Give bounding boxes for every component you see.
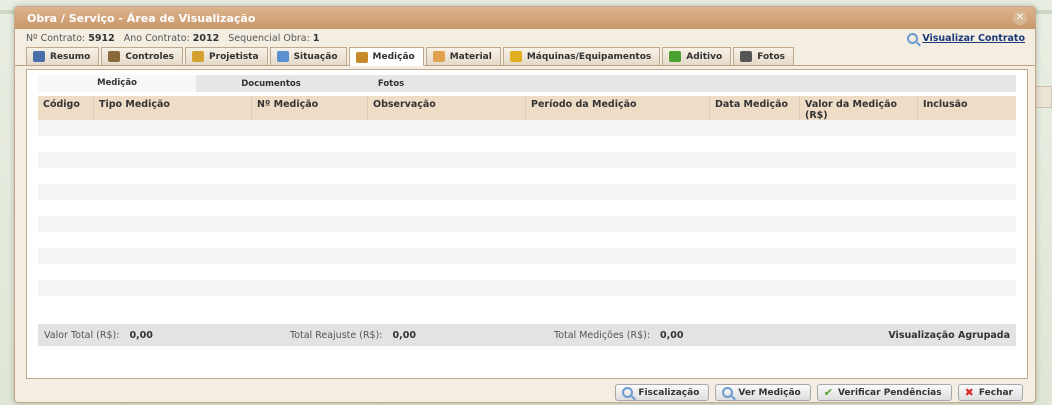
tab-material[interactable]: Material: [425, 47, 501, 65]
table-row: [38, 168, 1016, 184]
close-red-icon: ✖: [964, 386, 974, 399]
tab-aditivo[interactable]: Aditivo: [662, 47, 732, 65]
info-icon: [276, 51, 289, 62]
tab-label: Resumo: [50, 51, 91, 62]
table-row: [38, 264, 1016, 280]
col-codigo[interactable]: Código: [38, 96, 94, 120]
table-row: [38, 120, 1016, 136]
grouped-view-link[interactable]: Visualização Agrupada: [888, 330, 1010, 341]
fiscalizacao-button[interactable]: Fiscalização: [615, 384, 710, 401]
col-observacao[interactable]: Observação: [368, 96, 526, 120]
total-medicoes: Total Medições (R$): 0,00: [554, 330, 683, 341]
tools-icon: [355, 51, 368, 63]
measurement-panel: Medição Documentos Fotos Código Tipo Med…: [26, 69, 1028, 379]
table-header: Código Tipo Medição Nº Medição Observaçã…: [38, 96, 1016, 121]
contract-number: 5912: [88, 32, 115, 44]
valor-total-value: 0,00: [129, 330, 153, 341]
dialog-titlebar[interactable]: Obra / Serviço - Área de Visualização ✕: [15, 7, 1035, 29]
tab-controles[interactable]: Controles: [101, 47, 184, 65]
sequence-number: 1: [312, 32, 320, 44]
tab-label: Controles: [125, 51, 175, 62]
tab-projetista[interactable]: Projetista: [185, 47, 268, 65]
hammer-icon: [509, 51, 522, 62]
magnifier-icon: [907, 32, 919, 44]
main-tabs: Resumo Controles Projetista Situação Medição…: [15, 47, 1035, 66]
tab-label: Situação: [293, 51, 338, 62]
table-body: [38, 120, 1016, 312]
ver-medicao-button[interactable]: Ver Medição: [715, 384, 811, 401]
col-valor-medicao[interactable]: Valor da Medição (R$): [800, 96, 918, 121]
sub-tabs: Medição Documentos Fotos: [38, 75, 1016, 92]
subtab-fotos[interactable]: Fotos: [346, 79, 436, 89]
action-buttons: Fiscalização Ver Medição ✔ Verificar Pen…: [615, 384, 1023, 401]
table-row: [38, 248, 1016, 264]
medicoes-value: 0,00: [660, 330, 684, 341]
tab-medi-o[interactable]: Medição: [348, 47, 424, 66]
tab-label: Máquinas/Equipamentos: [526, 51, 652, 62]
person-icon: [192, 51, 205, 62]
user-icon: [108, 51, 121, 62]
col-periodo[interactable]: Período da Medição: [526, 96, 710, 120]
reajuste-label: Total Reajuste (R$):: [290, 330, 383, 341]
subtab-documentos[interactable]: Documentos: [196, 79, 346, 89]
contract-year-label: Ano Contrato:: [123, 32, 190, 44]
totals-bar: Valor Total (R$): 0,00 Total Reajuste (R$…: [38, 324, 1016, 346]
tab-fotos[interactable]: Fotos: [733, 47, 794, 65]
col-tipo-medicao[interactable]: Tipo Medição: [94, 96, 252, 120]
contract-year: 2012: [192, 32, 220, 44]
tab-resumo[interactable]: Resumo: [26, 47, 100, 65]
box-icon: [432, 51, 445, 62]
tab-situa-o[interactable]: Situação: [269, 47, 347, 65]
sequence-label: Sequencial Obra:: [228, 32, 310, 44]
col-data-medicao[interactable]: Data Medição: [710, 96, 800, 120]
dialog-title: Obra / Serviço - Área de Visualização: [27, 11, 256, 25]
table-row: [38, 200, 1016, 216]
verificar-pendencias-button[interactable]: ✔ Verificar Pendências: [816, 384, 952, 401]
tab-label: Fotos: [757, 51, 785, 62]
table-row: [38, 216, 1016, 232]
table-row: [38, 280, 1016, 296]
medicoes-label: Total Medições (R$):: [554, 330, 651, 341]
ver-medicao-label: Ver Medição: [738, 387, 801, 398]
verificar-label: Verificar Pendências: [837, 387, 942, 398]
col-inclusao[interactable]: Inclusão: [918, 96, 1016, 120]
tab-label: Medição: [372, 52, 415, 62]
fechar-button[interactable]: ✖ Fechar: [957, 384, 1023, 401]
view-contract-label: Visualizar Contrato: [922, 32, 1025, 44]
check-icon: ✔: [823, 386, 833, 399]
camera-icon: [740, 51, 753, 62]
table-row: [38, 152, 1016, 168]
document-icon: [33, 51, 45, 62]
contract-number-label: Nº Contrato:: [26, 32, 86, 44]
tab-label: Aditivo: [686, 51, 723, 62]
valor-total-label: Valor Total (R$):: [44, 330, 120, 341]
contract-info: Nº Contrato: 5912 Ano Contrato: 2012 Seque…: [26, 33, 319, 44]
table-row: [38, 136, 1016, 152]
fechar-label: Fechar: [978, 387, 1013, 398]
col-numero-medicao[interactable]: Nº Medição: [252, 96, 368, 120]
reajuste-value: 0,00: [392, 330, 416, 341]
tab-m-quinas-equipamentos[interactable]: Máquinas/Equipamentos: [502, 47, 661, 65]
close-icon[interactable]: ✕: [1013, 11, 1027, 25]
table-row: [38, 232, 1016, 248]
view-contract-link[interactable]: Visualizar Contrato: [907, 32, 1025, 44]
magnifier-icon: [622, 387, 634, 398]
valor-total: Valor Total (R$): 0,00: [44, 330, 153, 341]
contract-info-bar: Nº Contrato: 5912 Ano Contrato: 2012 Seque…: [15, 29, 1035, 47]
view-dialog: Obra / Serviço - Área de Visualização ✕ …: [14, 6, 1036, 403]
tab-label: Projetista: [209, 51, 259, 62]
table-row: [38, 184, 1016, 200]
plus-icon: [669, 51, 682, 62]
table-row: [38, 296, 1016, 312]
subtab-medicao[interactable]: Medição: [38, 75, 196, 92]
magnifier-icon: [722, 387, 734, 398]
tab-label: Material: [449, 51, 492, 62]
fiscalizacao-label: Fiscalização: [638, 387, 700, 398]
total-reajuste: Total Reajuste (R$): 0,00: [290, 330, 416, 341]
